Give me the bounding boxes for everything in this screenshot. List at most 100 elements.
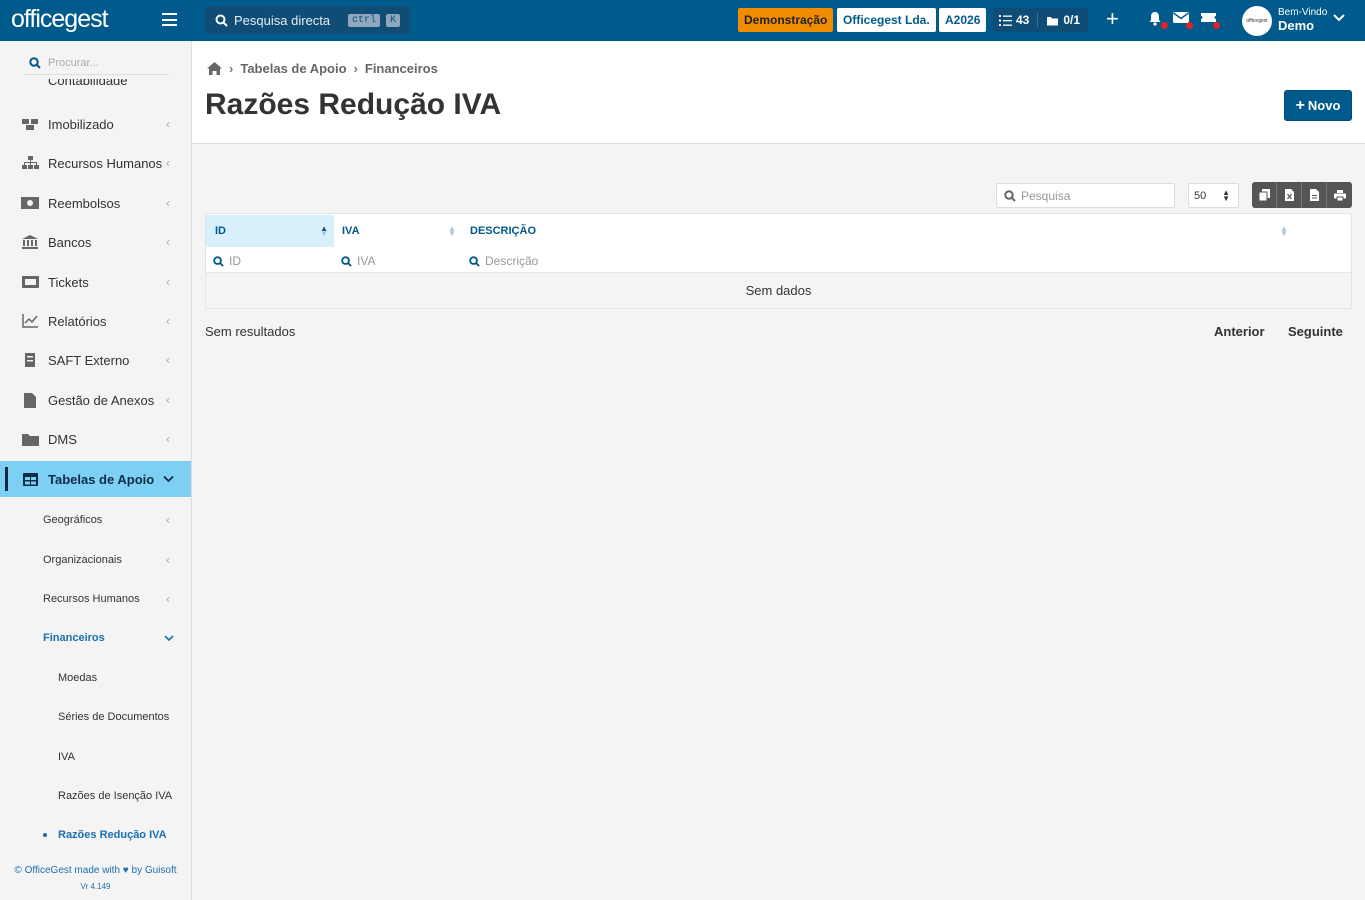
chart-icon (21, 314, 39, 328)
sidebar-item-contabilidade[interactable]: Contabilidade (20, 79, 180, 91)
pdf-button[interactable] (1302, 182, 1327, 208)
kbd-k: K (386, 14, 401, 27)
money-icon (21, 196, 39, 210)
sidebar: Procurar... Contabilidade Imobilizado ‹ R… (0, 41, 192, 900)
sidebar-item-relatorios[interactable]: Relatórios ‹ (0, 303, 191, 339)
copy-button[interactable] (1252, 182, 1277, 208)
search-icon (213, 255, 224, 267)
excel-icon (1284, 189, 1294, 201)
sidebar-search-placeholder: Procurar... (48, 56, 99, 69)
excel-button[interactable] (1277, 182, 1302, 208)
saft-icon (21, 353, 39, 367)
sidebar-item-tabelas-apoio[interactable]: Tabelas de Apoio (0, 461, 191, 497)
sort-icon: ▲ ▼ (1280, 224, 1288, 238)
table-search-input[interactable]: Pesquisa (996, 183, 1175, 208)
sidebar-item-recursos-humanos[interactable]: Recursos Humanos ‹ (0, 145, 191, 181)
user-name: Demo (1278, 18, 1315, 33)
sort-asc-icon: ▲ ▼ (320, 224, 328, 238)
sidebar-item-dms[interactable]: DMS ‹ (0, 421, 191, 457)
plus-icon: + (1295, 96, 1305, 114)
sidebar-sub-financeiros[interactable]: Financeiros (0, 623, 191, 653)
column-header-id[interactable]: ID ▲ ▼ (206, 215, 334, 247)
tasks-count: 43 (1016, 13, 1030, 27)
sidebar-sub2-razoes-reducao[interactable]: Razões Redução IVA (0, 820, 191, 850)
add-icon[interactable]: + (1106, 8, 1119, 30)
sidebar-item-label: Bancos (48, 234, 92, 250)
search-icon (29, 56, 41, 69)
sidebar-item-reembolsos[interactable]: Reembolsos ‹ (0, 185, 191, 221)
print-button[interactable] (1327, 182, 1352, 208)
table-icon (21, 472, 39, 486)
sidebar-item-label: Recursos Humanos (48, 155, 163, 171)
ticket-icon (21, 275, 39, 289)
search-icon (215, 14, 228, 27)
table-search-placeholder: Pesquisa (1021, 188, 1071, 203)
app-logo[interactable]: officegest (11, 5, 109, 34)
page-size-select[interactable]: 50 ▲ ▼ (1188, 183, 1239, 208)
column-header-actions[interactable]: ▲ ▼ (1278, 215, 1294, 247)
sidebar-sub2-series-documentos[interactable]: Séries de Documentos (0, 702, 191, 732)
folder-icon (21, 432, 39, 446)
sidebar-item-saft-externo[interactable]: SAFT Externo ‹ (0, 342, 191, 378)
sidebar-item-label: SAFT Externo (48, 352, 130, 368)
top-bar: officegest Pesquisa directa ctrl K Demon… (0, 0, 1365, 41)
print-icon (1333, 189, 1346, 201)
sidebar-search-input[interactable]: Procurar... (24, 51, 169, 75)
chevron-down-icon[interactable] (1333, 13, 1345, 22)
task-list-icon (999, 14, 1012, 26)
home-icon[interactable] (207, 62, 222, 75)
breadcrumb: › Tabelas de Apoio › Financeiros (207, 61, 438, 76)
year-badge[interactable]: A2026 (939, 8, 987, 32)
sidebar-item-label: Gestão de Anexos (48, 392, 155, 408)
previous-page-button[interactable]: Anterior (1214, 324, 1265, 339)
sidebar-sub-geograficos[interactable]: Geográficos ‹ (0, 505, 191, 535)
demo-badge[interactable]: Demonstração (738, 8, 834, 32)
ticket-alert-icon[interactable] (1200, 11, 1220, 29)
kbd-ctrl: ctrl (348, 14, 381, 27)
file-icon (21, 392, 39, 408)
results-count: Sem resultados (205, 324, 296, 339)
column-header-descricao[interactable]: DESCRIÇÃO (462, 215, 1297, 247)
sidebar-sub2-razoes-isencao[interactable]: Razões de Isenção IVA (0, 781, 191, 811)
footer-credit: © OfficeGest made with ♥ by Guisoft (14, 865, 177, 876)
new-button[interactable]: + Novo (1284, 90, 1352, 121)
sort-updown-icon: ▲ ▼ (1222, 188, 1230, 203)
sidebar-sub-recursos-humanos[interactable]: Recursos Humanos ‹ (0, 584, 191, 614)
company-badge[interactable]: Officegest Lda. (837, 8, 936, 32)
page-size-value: 50 (1194, 189, 1207, 202)
welcome-label: Bem-Vindo (1278, 7, 1328, 18)
next-page-button[interactable]: Seguinte (1288, 324, 1343, 339)
filter-descricao-input[interactable]: Descrição (469, 251, 538, 271)
global-search-input[interactable]: Pesquisa directa ctrl K (205, 6, 410, 34)
counters-badge[interactable]: 43 0/1 (993, 8, 1088, 32)
sidebar-item-label: Tabelas de Apoio (48, 471, 155, 487)
copy-icon (1258, 189, 1270, 201)
global-search-placeholder: Pesquisa directa (234, 12, 331, 28)
search-icon (1004, 189, 1016, 202)
search-icon (341, 255, 352, 267)
user-menu[interactable]: Bem-Vindo Demo (1278, 7, 1327, 33)
avatar[interactable]: officegest (1242, 6, 1272, 36)
sidebar-item-label: Reembolsos (48, 195, 121, 211)
docs-count: 0/1 (1063, 13, 1081, 27)
sidebar-sub-organizacionais[interactable]: Organizacionais ‹ (0, 545, 191, 575)
main-content: Pesquisa 50 ▲ ▼ ID ▲ ▼ IVA ▲ ▼ DESCRIÇÃO ▲ ▼… (192, 144, 1365, 900)
menu-toggle-button[interactable] (162, 13, 177, 26)
messages-icon[interactable] (1173, 11, 1193, 29)
sidebar-item-gestao-anexos[interactable]: Gestão de Anexos ‹ (0, 382, 191, 418)
sidebar-sub2-moedas[interactable]: Moedas (0, 663, 191, 693)
sidebar-item-imobilizado[interactable]: Imobilizado ‹ (0, 106, 191, 142)
notifications-icon[interactable] (1148, 11, 1168, 29)
sidebar-item-tickets[interactable]: Tickets ‹ (0, 264, 191, 300)
new-button-label: Novo (1307, 98, 1341, 113)
sidebar-item-label: DMS (48, 431, 77, 447)
chevron-down-icon (164, 634, 174, 641)
sidebar-item-bancos[interactable]: Bancos ‹ (0, 224, 191, 260)
column-header-iva[interactable]: IVA ▲ ▼ (334, 215, 462, 247)
filter-id-input[interactable]: ID (213, 251, 241, 271)
footer: © OfficeGest made with ♥ by Guisoft Vr 4… (0, 863, 191, 895)
sidebar-sub2-iva[interactable]: IVA (0, 742, 191, 772)
filter-iva-input[interactable]: IVA (341, 251, 375, 271)
breadcrumb-financeiros[interactable]: Financeiros (365, 61, 438, 76)
breadcrumb-tabelas-apoio[interactable]: Tabelas de Apoio (240, 61, 346, 76)
